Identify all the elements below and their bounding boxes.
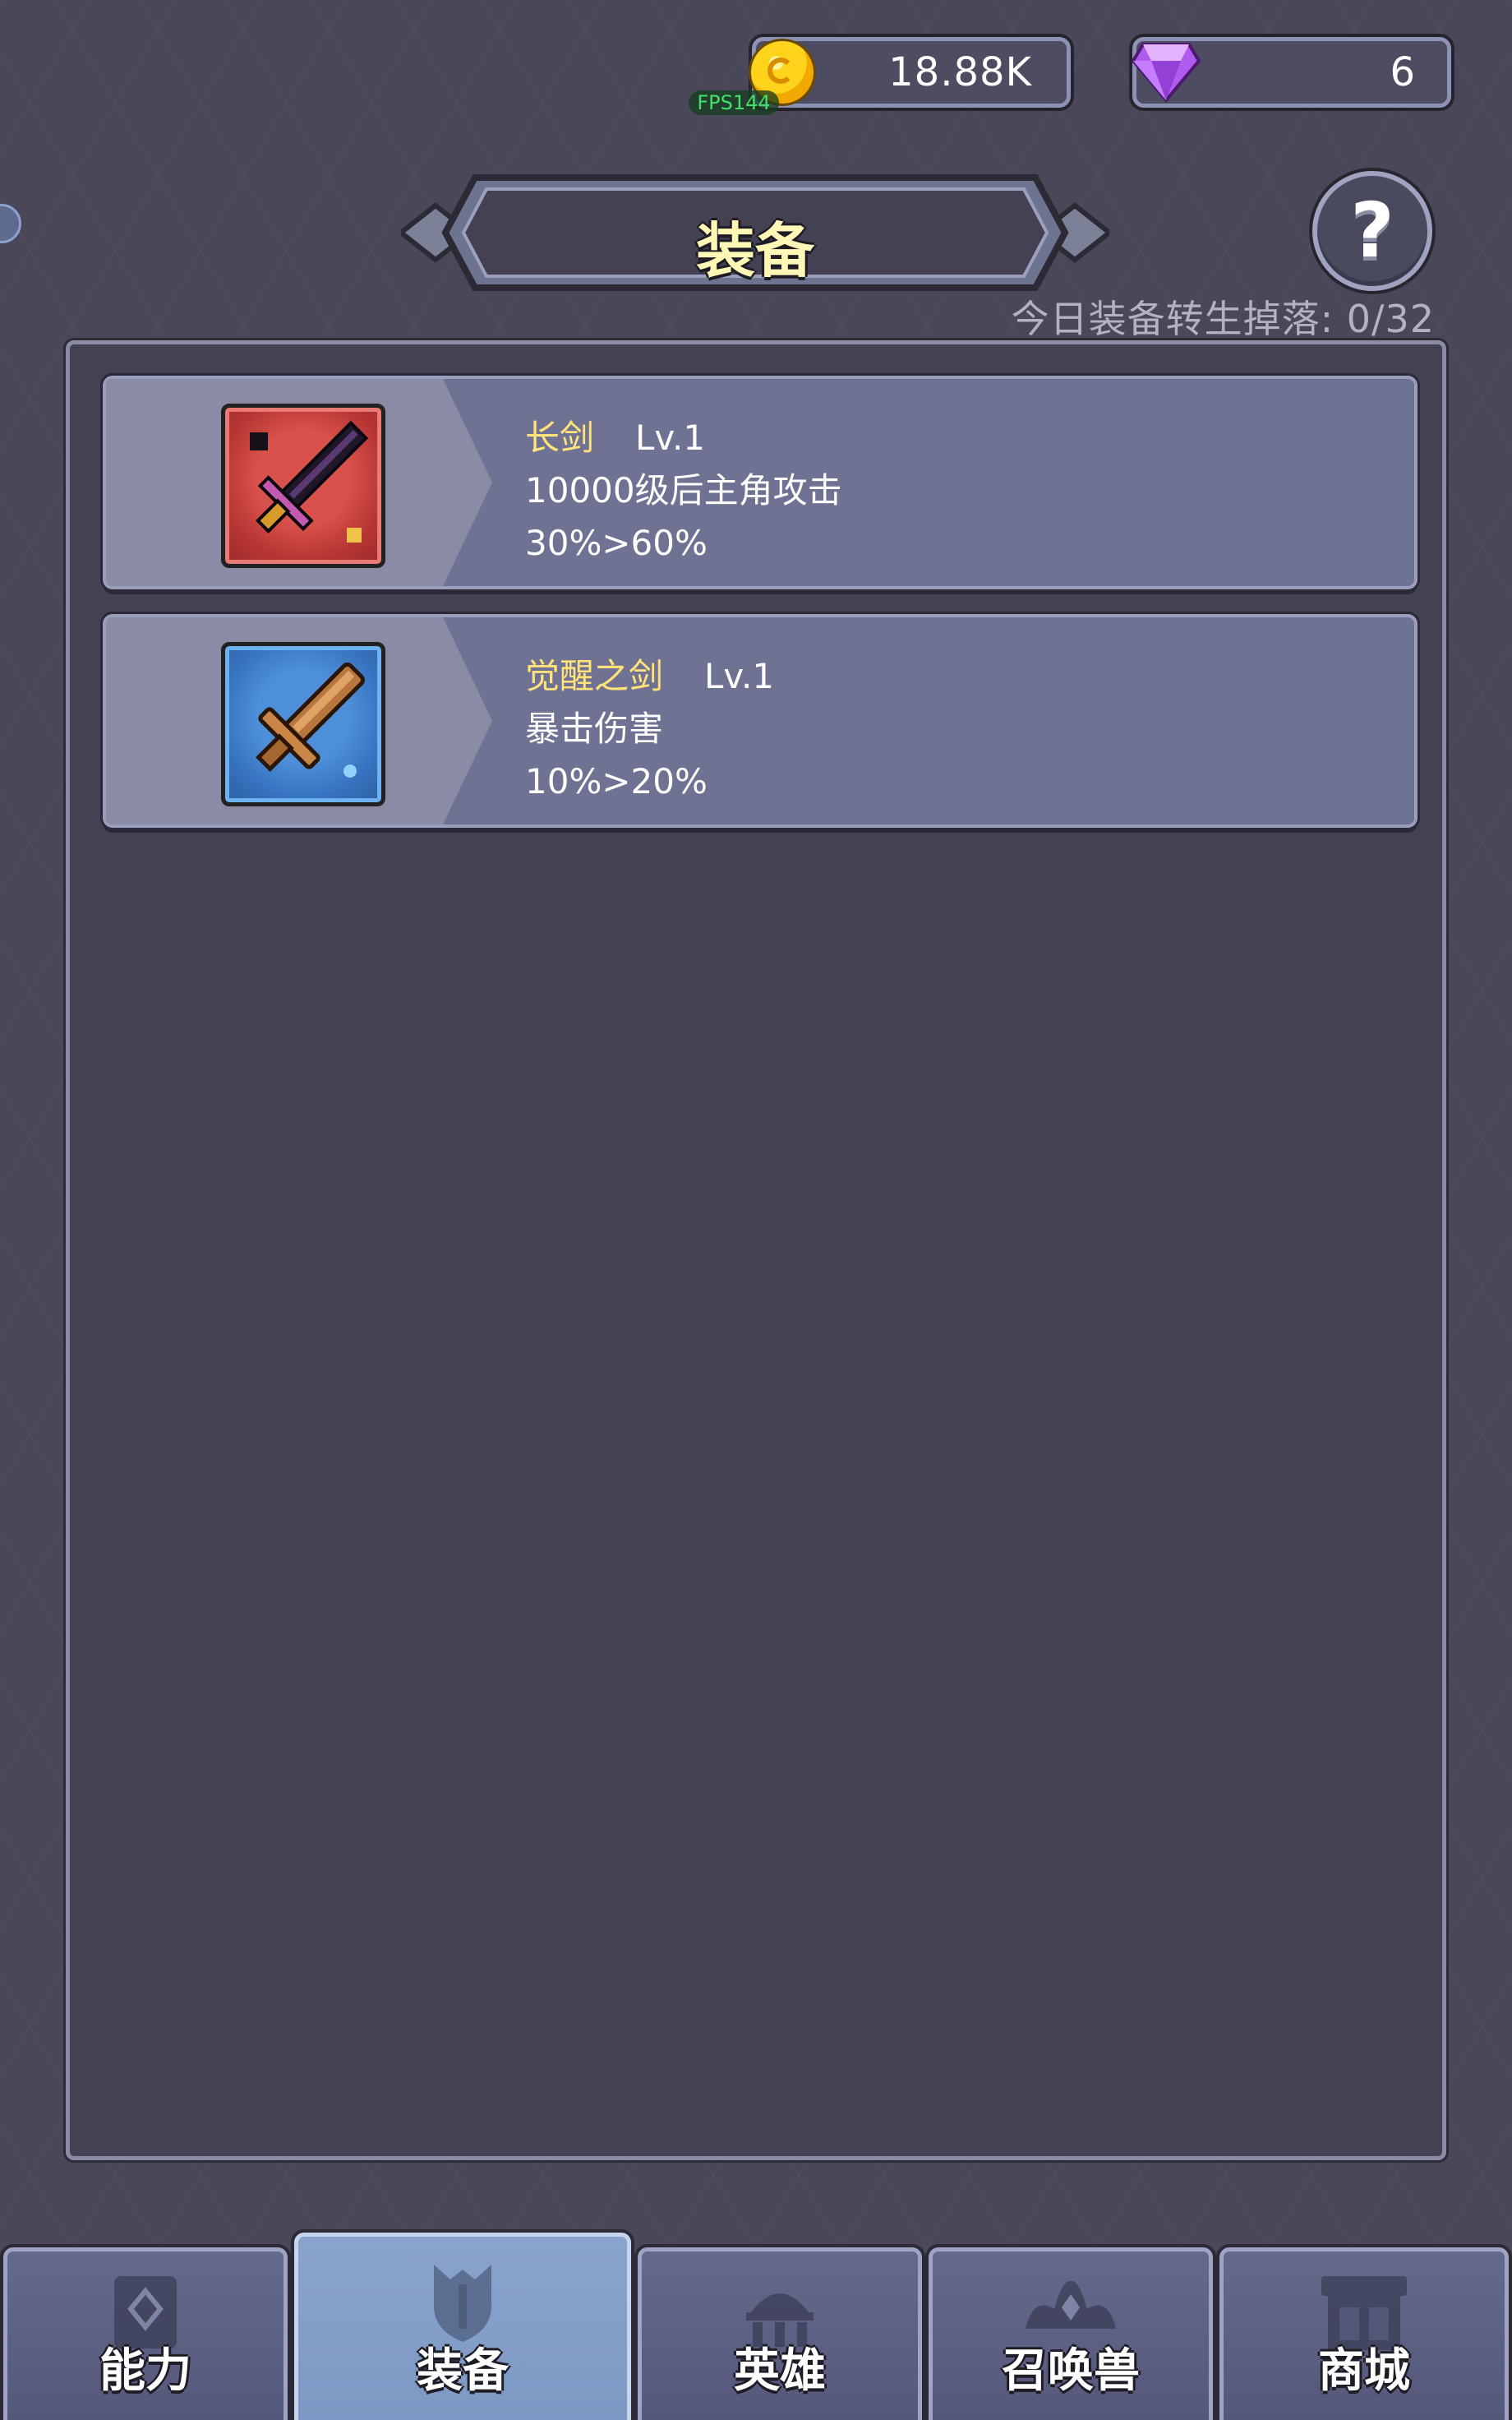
equipment-description: 暴击伤害 (525, 709, 664, 749)
equipment-stat: 10%>20% (525, 761, 708, 801)
daily-drop-counter: 今日装备转生掉落: 0/32 (1011, 297, 1435, 341)
bottom-nav: 能力 装备 英雄 召唤兽 商城 (0, 2233, 1512, 2420)
equipment-panel: 长剑 Lv.1 10000级后主角攻击 30%>60% 觉醒之剑 Lv.1 暴击… (66, 340, 1446, 2160)
title-banner: 装备 (401, 171, 1109, 294)
gold-amount: 18.88K (888, 49, 1032, 95)
dark-sword-icon (250, 420, 369, 543)
help-button[interactable]: ? (1312, 171, 1432, 291)
gem-counter[interactable]: 6 (1132, 37, 1451, 108)
equipment-card[interactable]: 长剑 Lv.1 10000级后主角攻击 30%>60% (103, 376, 1418, 589)
equipment-name: 长剑 (525, 418, 595, 458)
bronze-sword-icon (256, 663, 365, 778)
equipment-name: 觉醒之剑 (525, 656, 664, 696)
tab-shop[interactable]: 商城 (1219, 2247, 1509, 2420)
equipment-card[interactable]: 觉醒之剑 Lv.1 暴击伤害 10%>20% (103, 614, 1418, 828)
tab-ability-label: 能力 (99, 2344, 191, 2398)
equipment-description: 10000级后主角攻击 (525, 470, 842, 510)
tab-hero-label: 英雄 (734, 2344, 826, 2398)
item-frame (221, 404, 385, 568)
tab-summon[interactable]: 召唤兽 (929, 2247, 1213, 2420)
equipment-level: Lv.1 (704, 656, 775, 696)
gem-amount: 6 (1390, 49, 1416, 95)
tab-ability[interactable]: 能力 (3, 2247, 288, 2420)
fps-indicator: FPS144 (689, 90, 779, 115)
page-title: 装备 (695, 216, 814, 285)
tab-hero[interactable]: 英雄 (638, 2247, 922, 2420)
item-frame (221, 642, 385, 806)
side-menu-button[interactable] (0, 204, 21, 243)
tab-shop-label: 商城 (1318, 2344, 1410, 2398)
tab-equipment[interactable]: 装备 (294, 2233, 631, 2420)
tab-equipment-label: 装备 (417, 2344, 509, 2398)
equipment-level: Lv.1 (635, 418, 706, 458)
gold-counter[interactable]: 18.88K (751, 37, 1071, 108)
equipment-stat: 30%>60% (525, 523, 708, 563)
equipment-info: 长剑 Lv.1 10000级后主角攻击 30%>60% (525, 412, 842, 570)
question-mark-icon: ? (1350, 187, 1394, 275)
purple-gem-icon (1132, 43, 1201, 104)
equipment-info: 觉醒之剑 Lv.1 暴击伤害 10%>20% (525, 650, 774, 808)
tab-summon-label: 召唤兽 (1002, 2344, 1140, 2398)
